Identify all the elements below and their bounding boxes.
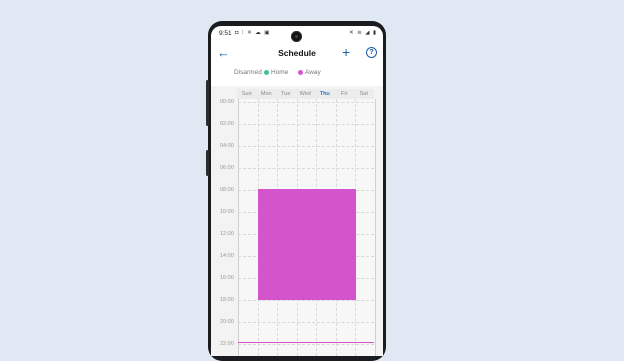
- day-label-wed: Wed: [299, 91, 311, 97]
- time-label: 12:00: [220, 231, 234, 237]
- notification-icons: ◘ ⁝ ✕ ☁ ▣: [235, 30, 271, 36]
- hour-gridline: [238, 146, 374, 147]
- phone-side-button: [206, 150, 209, 176]
- add-icon[interactable]: +: [342, 45, 350, 59]
- time-label: 18:00: [220, 297, 234, 303]
- hour-gridline: [238, 322, 374, 323]
- time-label: 04:00: [220, 143, 234, 149]
- page-title: Schedule: [278, 48, 316, 58]
- day-label-sat: Sat: [359, 91, 368, 97]
- hour-gridline: [238, 102, 374, 103]
- time-label: 08:00: [220, 187, 234, 193]
- legend-label: Home: [271, 69, 289, 76]
- home-color-dot: [264, 70, 269, 75]
- mode-legend: Disarmed Home Away: [211, 69, 383, 79]
- hour-gridline: [238, 124, 374, 125]
- hour-gridline: [238, 300, 374, 301]
- time-label: 20:00: [220, 319, 234, 325]
- phone-screen: 9:51 ◘ ⁝ ✕ ☁ ▣ ✕ ≋ ◢ ▮ ← Schedule + ? Di…: [211, 26, 383, 356]
- hour-gridline: [238, 344, 374, 345]
- time-label: 02:00: [220, 121, 234, 127]
- system-status-icons: ✕ ≋ ◢ ▮: [348, 30, 377, 36]
- disarmed-color-dot: [227, 70, 232, 75]
- time-label: 14:00: [220, 253, 234, 259]
- legend-label: Disarmed: [234, 69, 262, 76]
- legend-item-home: Home: [264, 69, 288, 76]
- weekday-header: Sun Mon Tue Wed Thu Fri Sat: [237, 89, 374, 99]
- legend-item-away: Away: [298, 69, 321, 76]
- time-label: 00:00: [220, 99, 234, 105]
- away-color-dot: [298, 70, 303, 75]
- time-label: 10:00: [220, 209, 234, 215]
- status-bar: 9:51 ◘ ⁝ ✕ ☁ ▣ ✕ ≋ ◢ ▮: [211, 26, 383, 42]
- time-label: 16:00: [220, 275, 234, 281]
- legend-item-disarmed: Disarmed: [227, 69, 262, 76]
- time-label: 06:00: [220, 165, 234, 171]
- status-time: 9:51: [219, 30, 232, 37]
- away-schedule-block[interactable]: [258, 189, 356, 300]
- legend-label: Away: [305, 69, 321, 76]
- day-label-sun: Sun: [241, 91, 252, 97]
- day-label-fri: Fri: [341, 91, 348, 97]
- day-label-tue: Tue: [281, 91, 291, 97]
- day-label-thu: Thu: [319, 91, 330, 97]
- time-label: 22:00: [220, 341, 234, 347]
- phone-side-button: [206, 80, 209, 126]
- away-schedule-line[interactable]: [238, 342, 374, 343]
- help-icon[interactable]: ?: [366, 47, 377, 58]
- camera-cutout: [291, 31, 302, 42]
- app-header: ← Schedule + ?: [211, 44, 383, 64]
- hour-gridline: [238, 168, 374, 169]
- day-label-mon: Mon: [260, 91, 272, 97]
